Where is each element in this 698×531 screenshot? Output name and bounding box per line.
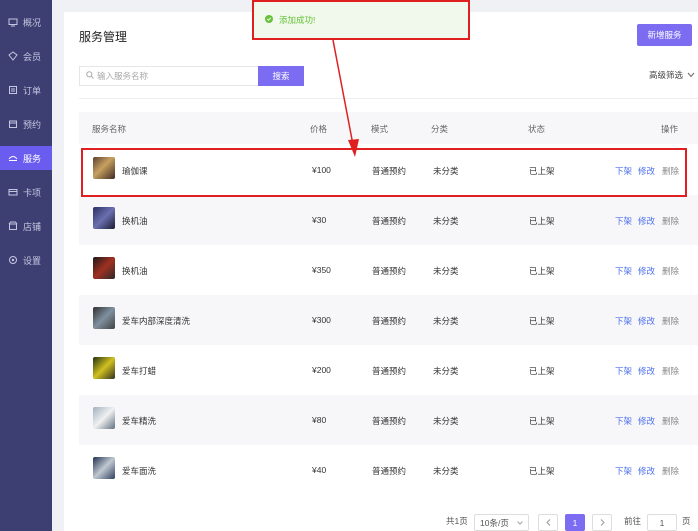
annotation-arrow — [332, 39, 359, 157]
